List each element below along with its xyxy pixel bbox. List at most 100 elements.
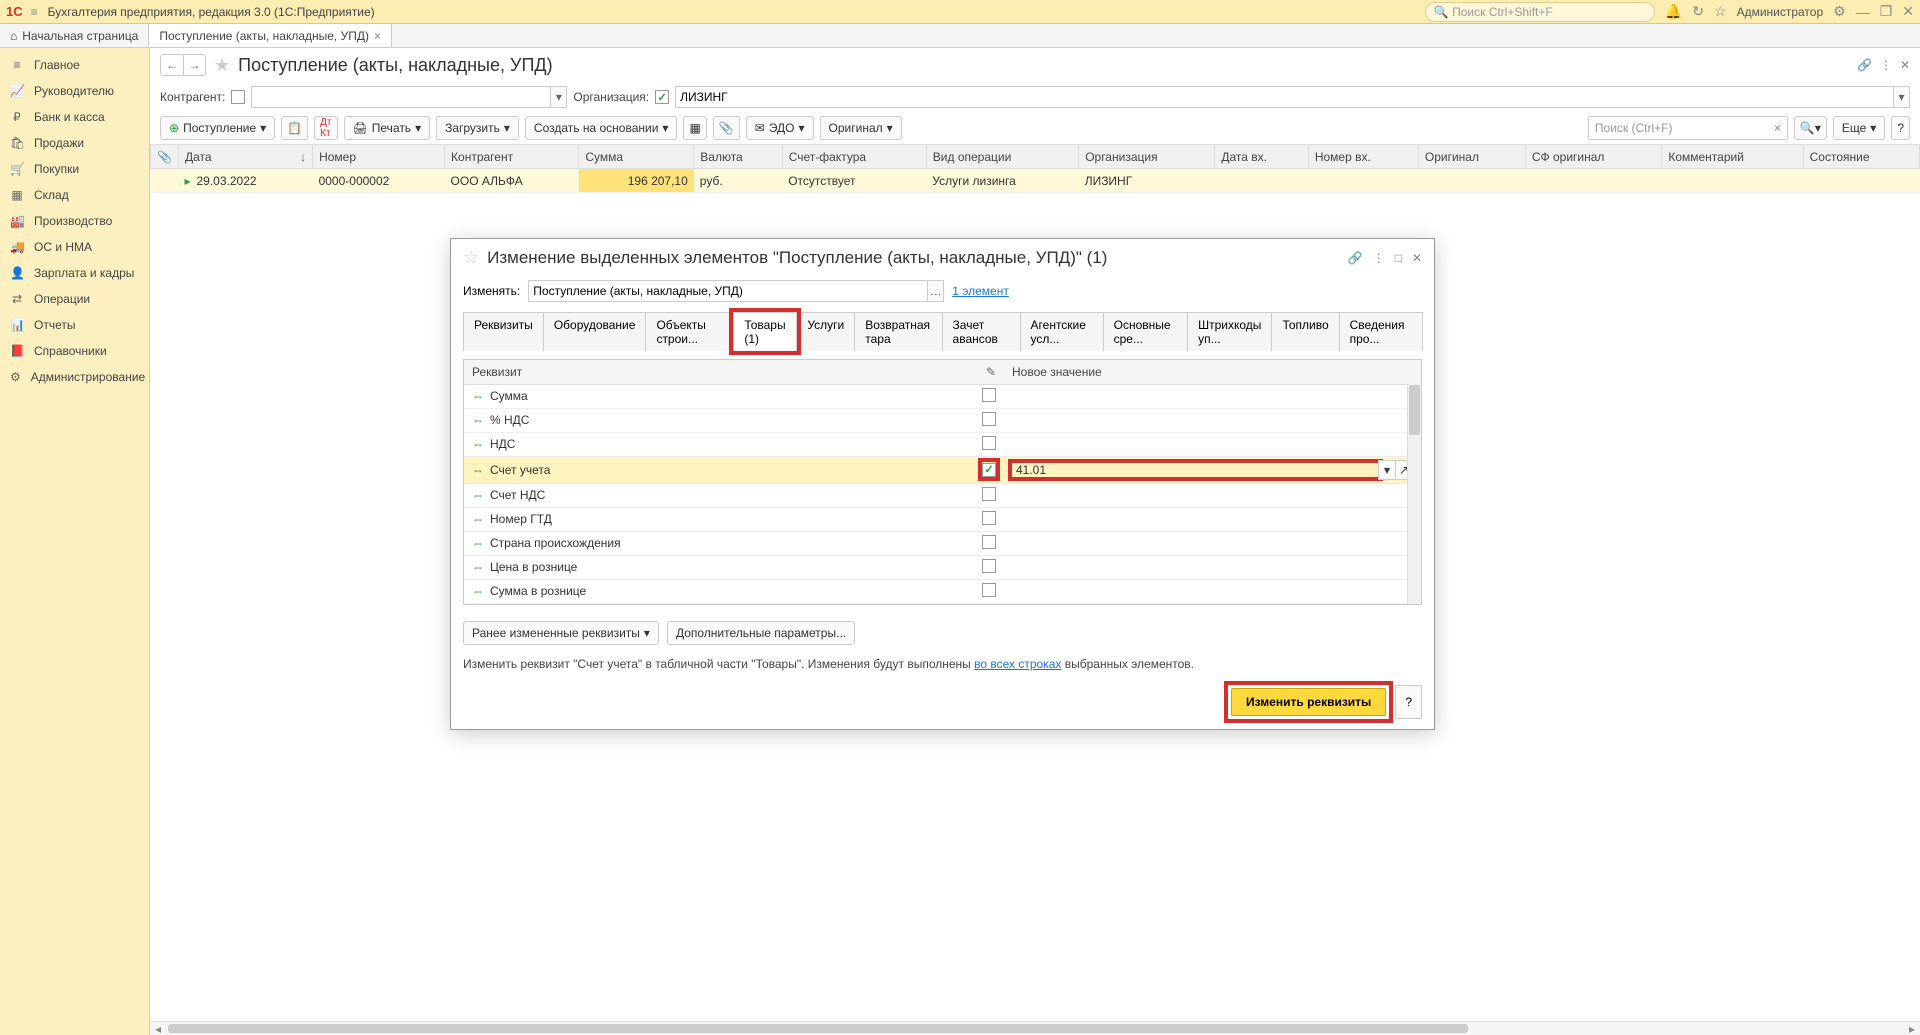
col-sf-original[interactable]: СФ оригинал	[1525, 145, 1661, 169]
tab-receipts[interactable]: Поступление (акты, накладные, УПД) ×	[149, 24, 392, 47]
hint-link[interactable]: во всех строках	[974, 657, 1061, 671]
modal-help-button[interactable]: ?	[1395, 685, 1422, 719]
elements-link[interactable]: 1 элемент	[952, 284, 1009, 298]
modal-tab-2[interactable]: Объекты строи...	[645, 312, 734, 351]
close-app-icon[interactable]: ✕	[1902, 3, 1914, 20]
attr-checkbox[interactable]	[982, 463, 996, 477]
col-invoice[interactable]: Счет-фактура	[782, 145, 926, 169]
sidebar-item-3[interactable]: 🛍Продажи	[0, 130, 149, 156]
attr-checkbox[interactable]	[982, 436, 996, 450]
col-number[interactable]: Номер	[313, 145, 445, 169]
submit-button[interactable]: Изменить реквизиты	[1231, 688, 1386, 716]
col-attach[interactable]: 📎	[151, 145, 179, 169]
modal-favorite-icon[interactable]: ☆	[463, 247, 479, 268]
scroll-right-icon[interactable]: ▸	[1904, 1022, 1920, 1035]
table-row[interactable]: ▸29.03.2022 0000-000002 ООО АЛЬФА 196 20…	[151, 169, 1920, 193]
tab-close-icon[interactable]: ×	[374, 29, 381, 43]
close-page-icon[interactable]: ✕	[1900, 58, 1910, 72]
sidebar-item-4[interactable]: 🛒Покупки	[0, 156, 149, 182]
table-search[interactable]: Поиск (Ctrl+F) ×	[1588, 116, 1788, 140]
print-button[interactable]: 🖨Печать▾	[344, 116, 431, 140]
col-edit[interactable]: ✎	[974, 360, 1004, 384]
filter-contractor-checkbox[interactable]	[231, 90, 245, 104]
modal-more-icon[interactable]: ⋮	[1373, 251, 1385, 265]
tab-home[interactable]: ⌂ Начальная страница	[0, 24, 149, 47]
user-name[interactable]: Администратор	[1737, 5, 1824, 19]
col-org[interactable]: Организация	[1079, 145, 1215, 169]
scroll-left-icon[interactable]: ◂	[150, 1022, 166, 1035]
attr-row[interactable]: ⇔Сумма	[464, 384, 1421, 408]
modal-tab-5[interactable]: Возвратная тара	[854, 312, 942, 351]
attr-row[interactable]: ⇔Страна происхождения	[464, 531, 1421, 555]
col-amount[interactable]: Сумма	[579, 145, 694, 169]
restore-icon[interactable]: ❐	[1880, 3, 1893, 20]
modal-tab-3[interactable]: Товары (1)	[733, 312, 797, 351]
load-button[interactable]: Загрузить▾	[436, 116, 519, 140]
modal-tab-1[interactable]: Оборудование	[543, 312, 647, 351]
modal-tab-6[interactable]: Зачет авансов	[942, 312, 1021, 351]
change-type-dropdown[interactable]: …	[928, 280, 944, 302]
change-type-input[interactable]	[528, 280, 928, 302]
filter-org-input[interactable]	[675, 86, 1894, 108]
attr-checkbox[interactable]	[982, 535, 996, 549]
attr-checkbox[interactable]	[982, 412, 996, 426]
filter-contractor-input[interactable]	[251, 86, 551, 108]
modal-tab-9[interactable]: Штрихкоды уп...	[1187, 312, 1272, 351]
col-op-type[interactable]: Вид операции	[926, 145, 1078, 169]
value-dropdown[interactable]: ▾	[1378, 460, 1396, 480]
prev-changed-button[interactable]: Ранее измененные реквизиты▾	[463, 621, 659, 645]
sidebar-item-12[interactable]: ⚙Администрирование	[0, 364, 149, 390]
link-icon[interactable]: 🔗	[1857, 58, 1872, 72]
col-attribute[interactable]: Реквизит	[464, 360, 974, 384]
sidebar-item-9[interactable]: ⇄Операции	[0, 286, 149, 312]
modal-tab-0[interactable]: Реквизиты	[463, 312, 544, 351]
global-search[interactable]: 🔍 Поиск Ctrl+Shift+F	[1425, 2, 1655, 22]
more-icon[interactable]: ⋮	[1880, 58, 1892, 72]
modal-tab-4[interactable]: Услуги	[796, 312, 855, 351]
attr-row[interactable]: ⇔Номер ГТД	[464, 507, 1421, 531]
original-button[interactable]: Оригинал▾	[820, 116, 902, 140]
sidebar-item-7[interactable]: 🚚ОС и НМА	[0, 234, 149, 260]
favorite-icon[interactable]: ★	[214, 55, 230, 76]
attr-checkbox[interactable]	[982, 559, 996, 573]
sidebar-item-2[interactable]: ₽Банк и касса	[0, 104, 149, 130]
main-menu-icon[interactable]: ≡	[31, 5, 38, 19]
scroll-thumb[interactable]	[168, 1024, 1468, 1033]
filter-org-checkbox[interactable]	[655, 90, 669, 104]
col-currency[interactable]: Валюта	[694, 145, 782, 169]
receipt-button[interactable]: ⊕Поступление▾	[160, 116, 275, 140]
filter-contractor-dropdown[interactable]: ▾	[551, 86, 567, 108]
modal-scrollbar[interactable]	[1407, 384, 1421, 604]
clear-search-icon[interactable]: ×	[1774, 121, 1781, 135]
sidebar-item-8[interactable]: 👤Зарплата и кадры	[0, 260, 149, 286]
attr-row[interactable]: ⇔НДС	[464, 432, 1421, 456]
attr-checkbox[interactable]	[982, 583, 996, 597]
col-original[interactable]: Оригинал	[1418, 145, 1525, 169]
col-new-value[interactable]: Новое значение	[1004, 360, 1421, 384]
extra-params-button[interactable]: Дополнительные параметры...	[667, 621, 855, 645]
horizontal-scrollbar[interactable]: ◂ ▸	[150, 1021, 1920, 1035]
attr-checkbox[interactable]	[982, 388, 996, 402]
dtkt-button[interactable]: ДтКт	[314, 116, 337, 140]
modal-tab-8[interactable]: Основные сре...	[1103, 312, 1189, 351]
filter-org-dropdown[interactable]: ▾	[1894, 86, 1910, 108]
sidebar-item-5[interactable]: ▦Склад	[0, 182, 149, 208]
modal-tab-11[interactable]: Сведения про...	[1339, 312, 1423, 351]
registry-button[interactable]: ▦	[683, 116, 706, 140]
modal-tab-10[interactable]: Топливо	[1271, 312, 1339, 351]
bell-icon[interactable]: 🔔	[1665, 3, 1682, 20]
nav-back-button[interactable]: ←	[161, 55, 183, 75]
nav-forward-button[interactable]: →	[183, 55, 205, 75]
modal-maximize-icon[interactable]: □	[1395, 251, 1402, 265]
modal-close-icon[interactable]: ✕	[1412, 251, 1422, 265]
attr-value[interactable]: 41.01	[1016, 463, 1046, 477]
col-comment[interactable]: Комментарий	[1662, 145, 1803, 169]
settings-icon[interactable]: ⚙	[1833, 3, 1846, 20]
more-button[interactable]: Еще▾	[1833, 116, 1885, 140]
history-icon[interactable]: ↻	[1692, 3, 1704, 20]
attr-row[interactable]: ⇔Счет НДС	[464, 483, 1421, 507]
sidebar-item-11[interactable]: 📕Справочники	[0, 338, 149, 364]
edo-button[interactable]: ✉ЭДО▾	[746, 116, 814, 140]
attr-row[interactable]: ⇔% НДС	[464, 408, 1421, 432]
help-button[interactable]: ?	[1891, 116, 1910, 140]
